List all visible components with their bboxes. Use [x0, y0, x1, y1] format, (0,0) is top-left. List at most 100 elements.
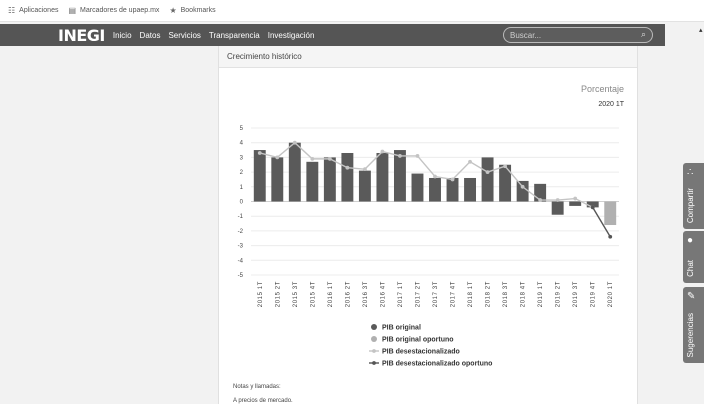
- y-tick-label: -3: [238, 244, 244, 250]
- x-tick-label: 2019 3T: [573, 281, 579, 307]
- bar: [464, 177, 477, 202]
- x-tick-label: 2017 2T: [415, 281, 421, 307]
- chat-tab-label: Chat: [686, 260, 695, 277]
- y-tick-label: 5: [240, 126, 244, 132]
- bookmarks-bar: ☷ Aplicaciones ▤ Marcadores de upaep.mx …: [0, 0, 704, 22]
- share-icon: ∴: [687, 167, 694, 178]
- suggestions-tab[interactable]: ✎ Sugerencias: [683, 287, 704, 363]
- y-tick-label: 1: [240, 185, 244, 191]
- bar: [253, 150, 266, 202]
- search-input[interactable]: Buscar... ⌕: [503, 27, 653, 43]
- series-point: [275, 155, 280, 160]
- series-point: [345, 165, 350, 170]
- legend-swatch: [371, 324, 377, 330]
- card-title: Crecimiento histórico: [219, 46, 637, 68]
- inegi-logo[interactable]: INEGI: [58, 26, 105, 45]
- series-point: [485, 170, 490, 174]
- x-tick-label: 2018 4T: [521, 281, 527, 307]
- x-tick-label: 2017 1T: [398, 281, 404, 307]
- bookmark-page-icon: ▤: [68, 6, 77, 15]
- nav-link-investigacion[interactable]: Investigación: [268, 31, 315, 40]
- bar: [288, 142, 301, 202]
- series-point: [450, 177, 455, 182]
- bar: [429, 177, 441, 202]
- series-point: [398, 154, 402, 158]
- main-nav: INEGI Inicio Datos Servicios Transparenc…: [0, 24, 665, 46]
- nav-link-servicios[interactable]: Servicios: [168, 31, 200, 40]
- series-point: [327, 156, 332, 161]
- bar: [516, 180, 529, 202]
- share-tab[interactable]: ∴ Compartir: [683, 163, 704, 229]
- growth-card: Crecimiento histórico Porcentaje 2020 1T…: [218, 46, 638, 404]
- y-tick-label: 2: [240, 170, 244, 176]
- bookmark-label: Aplicaciones: [19, 7, 59, 14]
- series-point: [363, 167, 367, 172]
- series-point: [520, 184, 525, 189]
- legend-swatch: [372, 349, 376, 353]
- x-tick-label: 2019 1T: [538, 281, 544, 307]
- chart-legend: PIB original PIB original oportuno PIB des…: [369, 324, 492, 368]
- x-tick-label: 2018 3T: [503, 281, 509, 307]
- bookmark-label: Marcadores de upaep.mx: [80, 7, 160, 14]
- bookmark-label: Bookmarks: [180, 7, 216, 14]
- bar: [551, 201, 564, 215]
- bar: [569, 201, 582, 206]
- y-tick-label: 0: [240, 200, 244, 206]
- bookmark-apps[interactable]: ☷ Aplicaciones: [8, 6, 58, 15]
- x-tick-label: 2017 4T: [451, 281, 457, 307]
- star-icon: ★: [169, 6, 177, 15]
- x-tick-label: 2016 3T: [363, 281, 369, 307]
- series-point: [573, 196, 578, 201]
- search-icon[interactable]: ⌕: [641, 29, 646, 40]
- share-tab-label: Compartir: [686, 187, 695, 223]
- legend-label: PIB original: [382, 325, 421, 332]
- series-point: [468, 159, 472, 164]
- chat-tab[interactable]: ● Chat: [683, 231, 704, 283]
- series-point: [380, 149, 385, 154]
- y-tick-label: -2: [238, 229, 244, 235]
- bar: [604, 201, 617, 226]
- bar: [358, 170, 371, 202]
- x-tick-label: 2019 2T: [556, 281, 562, 307]
- y-tick-label: -5: [238, 273, 244, 279]
- nav-link-datos[interactable]: Datos: [140, 31, 161, 40]
- x-tick-label: 2018 2T: [486, 281, 492, 307]
- y-tick-label: 4: [240, 141, 244, 147]
- bar: [411, 173, 424, 202]
- x-tick-label: 2015 2T: [275, 281, 281, 307]
- series-point: [608, 234, 613, 239]
- series-point: [503, 164, 507, 169]
- nav-link-inicio[interactable]: Inicio: [113, 31, 132, 40]
- x-tick-label: 2018 1T: [468, 281, 474, 307]
- scroll-up-icon[interactable]: ▴: [699, 26, 703, 34]
- legend-label: PIB desestacionalizado: [382, 349, 460, 356]
- notes-title: Notas y llamadas:: [233, 384, 281, 390]
- suggestions-tab-label: Sugerencias: [686, 312, 695, 357]
- chat-icon: ●: [687, 235, 694, 246]
- series-point: [292, 140, 297, 145]
- notes-line: A precios de mercado.: [233, 398, 293, 404]
- series-point: [555, 198, 560, 202]
- bar: [306, 161, 319, 202]
- x-tick-label: 2020 1T: [608, 281, 614, 307]
- bar: [446, 177, 459, 202]
- search-placeholder: Buscar...: [510, 31, 542, 40]
- y-tick-label: -1: [238, 214, 244, 220]
- period-label: 2020 1T: [598, 101, 624, 108]
- nav-link-transparencia[interactable]: Transparencia: [209, 31, 260, 40]
- bar: [481, 157, 494, 202]
- series-point: [310, 156, 315, 161]
- x-tick-label: 2016 1T: [328, 281, 334, 307]
- bookmark-upaep[interactable]: ▤ Marcadores de upaep.mx: [68, 6, 159, 15]
- series-point: [433, 174, 437, 179]
- series-point: [257, 151, 262, 155]
- x-tick-label: 2015 1T: [258, 281, 264, 307]
- bar: [376, 152, 389, 202]
- x-tick-label: 2016 2T: [345, 281, 351, 307]
- y-tick-label: 3: [240, 155, 244, 161]
- bookmark-bookmarks[interactable]: ★ Bookmarks: [169, 6, 215, 15]
- x-axis-labels: 2015 1T 2015 2T 2015 3T 2015 4T 2016 1T 2016 …: [258, 281, 614, 307]
- edit-icon: ✎: [687, 291, 696, 302]
- bar: [341, 152, 354, 202]
- y-tick-label: -4: [238, 258, 244, 264]
